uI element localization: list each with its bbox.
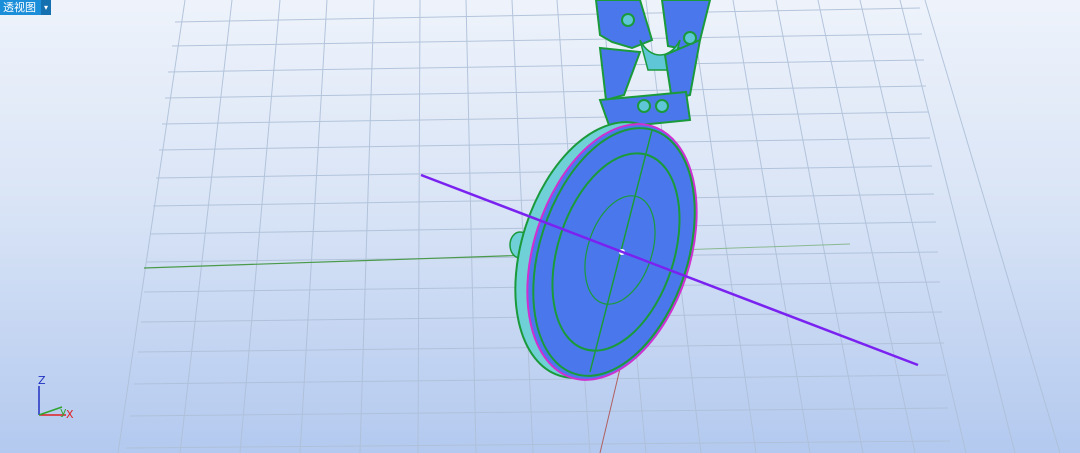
axis-widget: Z y X bbox=[38, 374, 74, 421]
viewport-label[interactable]: 透视图 ▾ bbox=[0, 0, 51, 15]
disc-valve-body[interactable] bbox=[485, 100, 727, 401]
viewport-title[interactable]: 透视图 bbox=[0, 0, 41, 15]
axis-x-label: X bbox=[66, 408, 74, 421]
scene-canvas[interactable]: Z y X bbox=[0, 0, 1080, 453]
hanger-link[interactable] bbox=[594, 0, 712, 130]
triangle-down-icon[interactable]: ▾ bbox=[41, 0, 51, 15]
axis-z-label: Z bbox=[38, 374, 46, 387]
y-axis-line bbox=[38, 406, 63, 416]
perspective-viewport[interactable]: Z y X 透视图 ▾ bbox=[0, 0, 1080, 453]
